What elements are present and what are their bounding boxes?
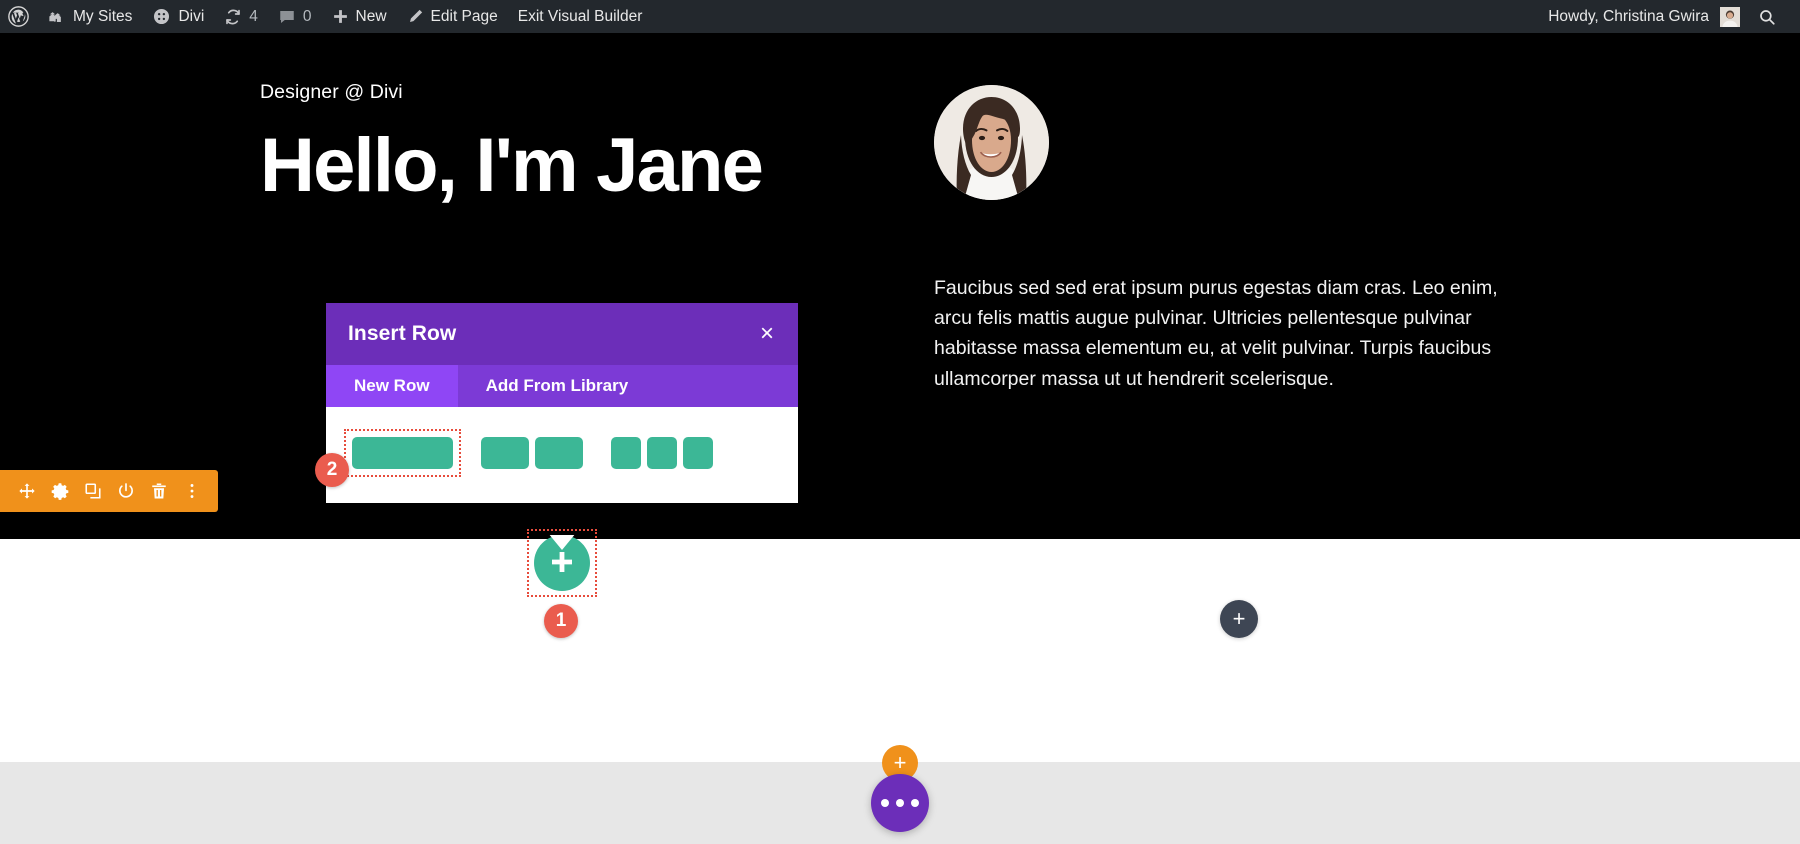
row-cell xyxy=(481,437,529,469)
hero-text-column: Designer @ Divi Hello, I'm Jane xyxy=(260,81,880,206)
three-column-row-layout[interactable] xyxy=(611,437,713,469)
plus-icon: + xyxy=(893,750,907,775)
admin-bar-item-divi[interactable]: Divi xyxy=(142,0,214,33)
updates-icon xyxy=(224,8,242,26)
modal-title: Insert Row xyxy=(348,322,457,345)
admin-bar-label: New xyxy=(355,7,387,25)
step-marker-2: 2 xyxy=(315,453,349,487)
admin-bar-item-exit-visual-builder[interactable]: Exit Visual Builder xyxy=(508,0,653,33)
plus-icon: + xyxy=(1232,606,1246,631)
builder-main-menu-button[interactable] xyxy=(871,774,929,832)
admin-bar-item-updates[interactable]: 4 xyxy=(214,0,268,33)
modal-body xyxy=(326,407,798,503)
row-layout-options xyxy=(344,429,772,477)
gear-icon[interactable] xyxy=(43,470,76,512)
two-column-row-layout[interactable] xyxy=(481,437,583,469)
admin-bar-search-button[interactable] xyxy=(1748,0,1786,33)
hero-bio-column: Faucibus sed sed erat ipsum purus egesta… xyxy=(934,85,1554,394)
visual-builder-screen: My Sites Divi 4 0 New Edit Page Exit Vis… xyxy=(0,0,1800,844)
admin-bar-label: Exit Visual Builder xyxy=(517,7,643,25)
trash-icon[interactable] xyxy=(142,470,175,512)
admin-bar-right-group: Howdy, Christina Gwira xyxy=(1540,0,1800,33)
add-module-button[interactable]: + xyxy=(1220,600,1258,638)
page-title: Hello, I'm Jane xyxy=(260,123,764,208)
search-icon xyxy=(1758,8,1776,26)
add-row-circle xyxy=(534,535,590,591)
wordpress-logo-button[interactable] xyxy=(0,0,37,33)
admin-bar-left-group: My Sites Divi 4 0 New Edit Page Exit Vis… xyxy=(0,0,652,33)
hero-paragraph: Faucibus sed sed erat ipsum purus egesta… xyxy=(934,277,1498,390)
account-menu[interactable]: Howdy, Christina Gwira xyxy=(1540,0,1748,33)
tab-add-from-library[interactable]: Add From Library xyxy=(458,365,657,407)
step-marker-1: 1 xyxy=(544,604,578,638)
howdy-label: Howdy, Christina Gwira xyxy=(1548,7,1709,25)
section-toolbar xyxy=(0,470,218,512)
move-icon[interactable] xyxy=(10,470,43,512)
insert-row-modal: Insert Row × New Row Add From Library xyxy=(326,303,798,503)
admin-bar-label: My Sites xyxy=(73,7,133,25)
hero-eyebrow: Designer @ Divi xyxy=(260,81,403,103)
admin-bar-item-new[interactable]: New xyxy=(322,0,397,33)
comments-count: 0 xyxy=(302,7,312,25)
wp-admin-bar: My Sites Divi 4 0 New Edit Page Exit Vis… xyxy=(0,0,1800,33)
admin-bar-label: Edit Page xyxy=(430,7,498,25)
more-dot-icon xyxy=(911,799,919,807)
admin-bar-item-comments[interactable]: 0 xyxy=(268,0,322,33)
add-row-button[interactable] xyxy=(527,529,597,597)
profile-photo xyxy=(934,85,1049,200)
white-section xyxy=(0,539,1800,762)
more-dot-icon xyxy=(896,799,904,807)
admin-bar-item-my-sites[interactable]: My Sites xyxy=(37,0,142,33)
modal-header: Insert Row × xyxy=(326,303,798,365)
row-cell xyxy=(352,437,453,469)
row-cell xyxy=(683,437,713,469)
updates-count: 4 xyxy=(249,7,258,25)
pencil-icon xyxy=(407,8,424,25)
row-cell xyxy=(647,437,677,469)
power-icon[interactable] xyxy=(109,470,142,512)
close-icon[interactable]: × xyxy=(758,318,776,350)
tab-new-row[interactable]: New Row xyxy=(326,365,458,407)
comments-icon xyxy=(278,8,296,26)
divi-icon xyxy=(152,7,171,26)
more-vertical-icon[interactable] xyxy=(175,470,208,512)
hero-section: Designer @ Divi Hello, I'm Jane Faucibus… xyxy=(0,33,1800,539)
avatar xyxy=(1720,6,1740,27)
more-dot-icon xyxy=(881,799,889,807)
my-sites-icon xyxy=(47,7,66,26)
wordpress-logo-icon xyxy=(8,6,29,27)
modal-tabs: New Row Add From Library xyxy=(326,365,798,407)
duplicate-icon[interactable] xyxy=(76,470,109,512)
one-column-row-layout[interactable] xyxy=(344,429,461,477)
admin-bar-label: Divi xyxy=(178,7,205,25)
row-cell xyxy=(611,437,641,469)
admin-bar-item-edit-page[interactable]: Edit Page xyxy=(397,0,508,33)
plus-icon xyxy=(332,8,349,25)
row-cell xyxy=(535,437,583,469)
